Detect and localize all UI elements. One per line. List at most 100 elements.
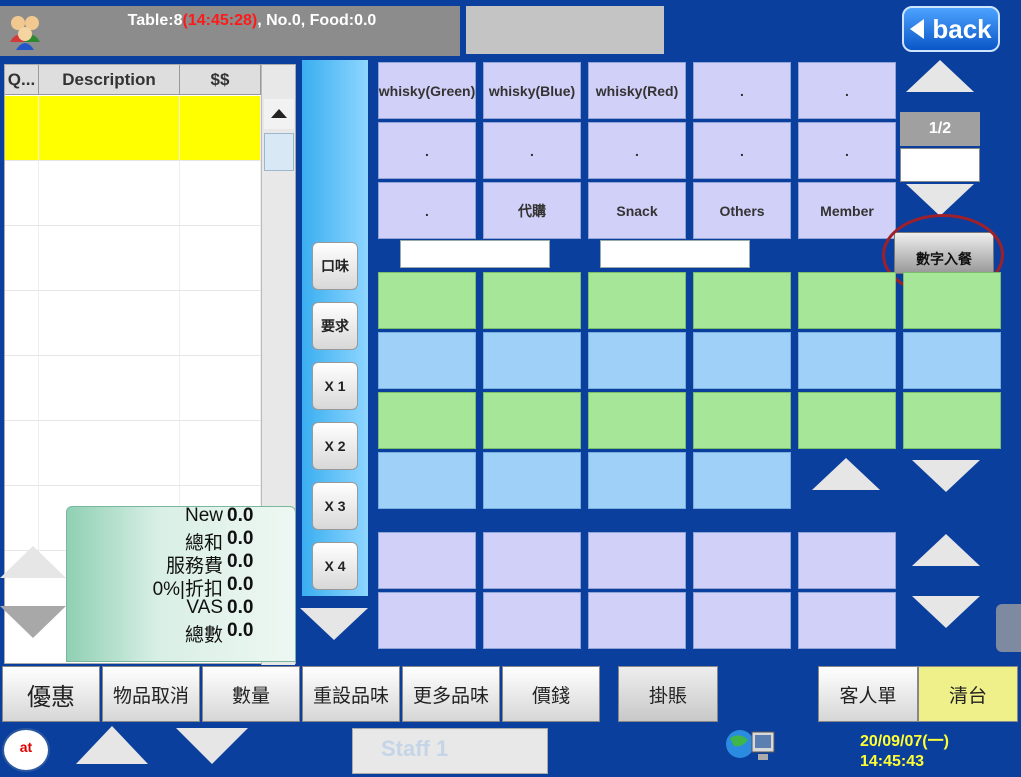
order-row[interactable] xyxy=(5,421,261,486)
category-button[interactable]: whisky(Red) xyxy=(588,62,686,119)
item-button[interactable] xyxy=(378,332,476,389)
column-price: $$ xyxy=(180,65,261,95)
item-button[interactable] xyxy=(588,532,686,589)
lower-page-up-icon[interactable] xyxy=(912,534,980,566)
item-button[interactable] xyxy=(588,272,686,329)
item-button[interactable] xyxy=(798,592,896,649)
quantity-x2-button[interactable]: X 2 xyxy=(312,422,358,470)
summary-value: 0.0 xyxy=(227,528,254,549)
category-button[interactable]: . xyxy=(588,122,686,179)
category-button[interactable]: . xyxy=(378,182,476,239)
item-button[interactable] xyxy=(693,592,791,649)
summary-label: New xyxy=(184,505,223,526)
category-page-up-icon[interactable] xyxy=(906,60,974,92)
summary-label: 0%|折扣 xyxy=(152,579,223,600)
item-page-up-icon[interactable] xyxy=(812,458,880,490)
item-button[interactable] xyxy=(693,332,791,389)
order-row[interactable] xyxy=(5,356,261,421)
header-info-box xyxy=(466,6,664,54)
category-button[interactable]: . xyxy=(693,62,791,119)
order-row[interactable] xyxy=(5,226,261,291)
table-status: Table:8(14:45:28), No.0, Food:0.0 xyxy=(52,12,452,34)
item-button[interactable] xyxy=(483,532,581,589)
item-button[interactable] xyxy=(378,592,476,649)
item-button[interactable] xyxy=(693,532,791,589)
summary-label: 服務費 xyxy=(165,556,223,577)
item-button[interactable] xyxy=(798,332,896,389)
item-button[interactable] xyxy=(798,392,896,449)
page-input[interactable] xyxy=(900,148,980,182)
search-input-left[interactable] xyxy=(400,240,550,268)
item-button[interactable] xyxy=(903,272,1001,329)
item-button[interactable] xyxy=(483,452,581,509)
item-button[interactable] xyxy=(903,332,1001,389)
quantity-x1-button[interactable]: X 1 xyxy=(312,362,358,410)
people-icon xyxy=(6,12,44,50)
category-button[interactable]: whisky(Blue) xyxy=(483,62,581,119)
item-button[interactable] xyxy=(693,452,791,509)
item-button[interactable] xyxy=(378,452,476,509)
side-tab-handle[interactable] xyxy=(996,604,1021,652)
item-button[interactable] xyxy=(798,272,896,329)
table-number: Table:8 xyxy=(127,12,183,29)
item-button[interactable] xyxy=(483,392,581,449)
quantity-button[interactable]: 數量 xyxy=(202,666,300,722)
item-button[interactable] xyxy=(378,272,476,329)
network-globe-icon xyxy=(724,724,778,772)
order-row[interactable] xyxy=(5,291,261,356)
scroll-thumb[interactable] xyxy=(264,133,294,171)
item-button[interactable] xyxy=(798,532,896,589)
reset-taste-button[interactable]: 重設品味 xyxy=(302,666,400,722)
item-button[interactable] xyxy=(378,532,476,589)
category-page-down-icon[interactable] xyxy=(906,184,974,216)
more-taste-button[interactable]: 更多品味 xyxy=(402,666,500,722)
category-button[interactable]: . xyxy=(693,122,791,179)
date-text: 20/09/07(一) xyxy=(860,733,949,750)
page-indicator: 1/2 xyxy=(900,112,980,146)
item-page-down-icon[interactable] xyxy=(912,460,980,492)
item-button[interactable] xyxy=(693,392,791,449)
hold-bill-button[interactable]: 掛賬 xyxy=(618,666,718,722)
time-text: 14:45:43 xyxy=(860,753,925,770)
quantity-x4-button[interactable]: X 4 xyxy=(312,542,358,590)
category-button[interactable]: Others xyxy=(693,182,791,239)
summary-label: 總數 xyxy=(184,625,223,646)
category-button[interactable]: . xyxy=(798,62,896,119)
item-button[interactable] xyxy=(588,332,686,389)
item-button[interactable] xyxy=(483,332,581,389)
back-button[interactable]: back xyxy=(902,6,1000,52)
category-button[interactable]: whisky(Green) xyxy=(378,62,476,119)
category-button[interactable]: . xyxy=(378,122,476,179)
modifier-scroll-down-icon[interactable] xyxy=(300,608,368,640)
category-button[interactable]: 代購 xyxy=(483,182,581,239)
scroll-up-arrow-icon[interactable] xyxy=(264,99,294,129)
item-button[interactable] xyxy=(483,272,581,329)
item-button[interactable] xyxy=(588,592,686,649)
item-button[interactable] xyxy=(588,452,686,509)
item-button[interactable] xyxy=(483,592,581,649)
price-button[interactable]: 價錢 xyxy=(502,666,600,722)
taste-button[interactable]: 口味 xyxy=(312,242,358,290)
order-row[interactable] xyxy=(5,96,261,161)
page-down-icon[interactable] xyxy=(176,728,248,764)
item-button[interactable] xyxy=(378,392,476,449)
item-button[interactable] xyxy=(588,392,686,449)
cancel-item-button[interactable]: 物品取消 xyxy=(102,666,200,722)
item-button[interactable] xyxy=(903,392,1001,449)
category-button[interactable]: . xyxy=(483,122,581,179)
page-up-icon[interactable] xyxy=(76,726,148,764)
staff-select[interactable]: Staff 1 xyxy=(352,728,548,774)
category-button[interactable]: Member xyxy=(798,182,896,239)
request-button[interactable]: 要求 xyxy=(312,302,358,350)
item-button[interactable] xyxy=(693,272,791,329)
category-button[interactable]: Snack xyxy=(588,182,686,239)
order-row[interactable] xyxy=(5,161,261,226)
quantity-x3-button[interactable]: X 3 xyxy=(312,482,358,530)
customer-bill-button[interactable]: 客人單 xyxy=(818,666,918,722)
discount-button[interactable]: 優惠 xyxy=(2,666,100,722)
category-button[interactable]: . xyxy=(798,122,896,179)
lower-page-down-icon[interactable] xyxy=(912,596,980,628)
clear-table-button[interactable]: 清台 xyxy=(918,666,1018,722)
table-open-time: (14:45:28) xyxy=(182,12,258,29)
search-input-right[interactable] xyxy=(600,240,750,268)
